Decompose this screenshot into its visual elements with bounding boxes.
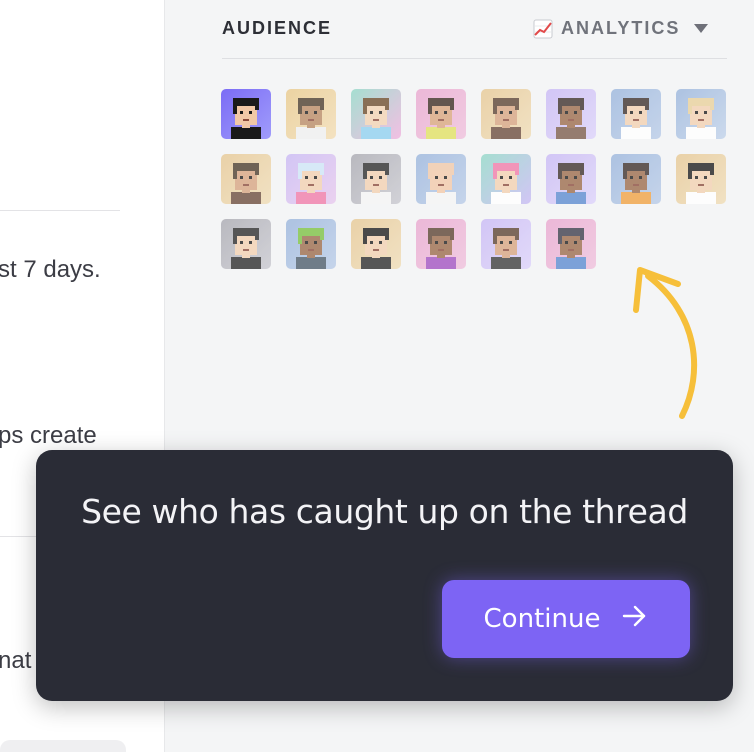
thread-text-line: ps create — [0, 422, 97, 449]
audience-avatar[interactable] — [546, 219, 596, 269]
pointer-arrow-icon — [633, 267, 698, 419]
audience-avatar[interactable] — [286, 154, 336, 204]
continue-label: Continue — [483, 604, 601, 634]
audience-avatar[interactable] — [351, 154, 401, 204]
reply-input[interactable] — [0, 740, 126, 752]
tooltip-message: See who has caught up on the thread — [81, 492, 688, 531]
audience-avatar[interactable] — [221, 219, 271, 269]
thread-text-line: st 7 days. — [0, 256, 101, 283]
audience-avatar[interactable] — [221, 89, 271, 139]
audience-avatar[interactable] — [611, 89, 661, 139]
audience-avatar[interactable] — [416, 89, 466, 139]
audience-title: AUDIENCE — [222, 18, 333, 38]
audience-avatar[interactable] — [416, 154, 466, 204]
analytics-dropdown[interactable]: ANALYTICS — [533, 18, 709, 39]
divider — [0, 210, 120, 211]
audience-avatar[interactable] — [351, 219, 401, 269]
audience-avatar[interactable] — [416, 219, 466, 269]
caret-down-icon — [694, 24, 709, 33]
audience-avatar[interactable] — [546, 89, 596, 139]
audience-avatar[interactable] — [611, 154, 661, 204]
header-divider — [222, 58, 727, 59]
audience-avatar[interactable] — [221, 154, 271, 204]
audience-avatar[interactable] — [351, 89, 401, 139]
audience-avatar[interactable] — [286, 89, 336, 139]
audience-avatar[interactable] — [676, 89, 726, 139]
analytics-label: ANALYTICS — [561, 18, 681, 38]
audience-avatar[interactable] — [481, 89, 531, 139]
audience-avatar[interactable] — [286, 219, 336, 269]
audience-avatar[interactable] — [481, 219, 531, 269]
chart-increasing-icon — [533, 19, 553, 39]
continue-button[interactable]: Continue — [442, 580, 690, 658]
thread-text-line: nat — [0, 647, 32, 674]
audience-avatar[interactable] — [481, 154, 531, 204]
audience-avatar[interactable] — [546, 154, 596, 204]
arrow-right-icon — [622, 604, 648, 634]
onboarding-tooltip: See who has caught up on the thread Cont… — [36, 450, 733, 701]
audience-avatar[interactable] — [676, 154, 726, 204]
